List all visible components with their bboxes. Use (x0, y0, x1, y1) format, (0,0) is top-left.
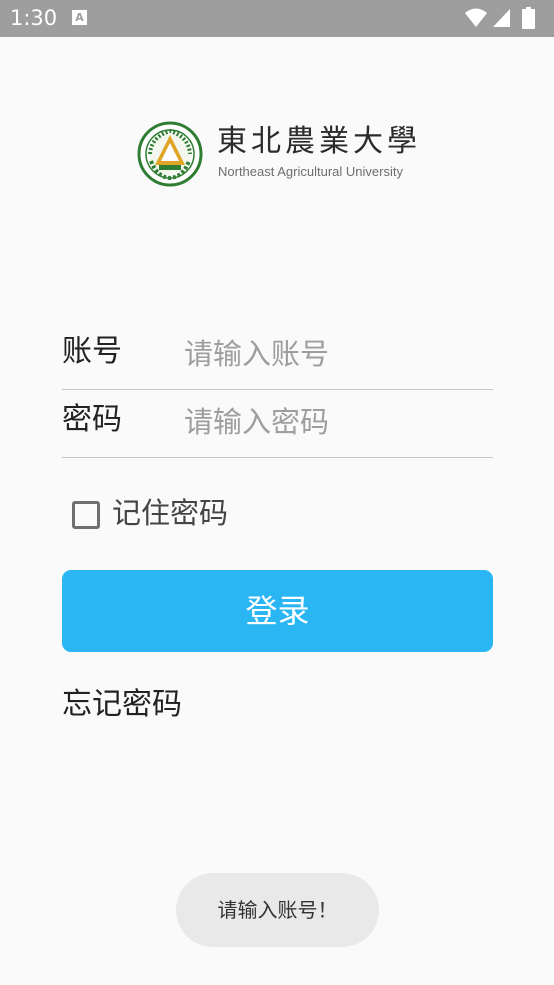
notification-a-icon: A (72, 10, 87, 25)
account-label: 账号 (62, 334, 122, 369)
password-input[interactable] (184, 396, 484, 448)
status-bar: 1:30 A (0, 0, 554, 37)
wifi-icon (465, 8, 487, 27)
university-emblem-icon (137, 121, 203, 187)
remember-checkbox[interactable] (72, 501, 100, 529)
toast-message: 请输入账号！ (176, 873, 379, 947)
password-label: 密码 (62, 402, 122, 437)
university-logo: 東北農業大學 Northeast Agricultural University (137, 121, 427, 187)
login-button[interactable]: 登录 (62, 570, 493, 652)
password-row: 密码 (62, 390, 493, 458)
account-input[interactable] (184, 328, 484, 380)
status-time: 1:30 (10, 6, 58, 30)
signal-icon (493, 9, 510, 27)
remember-label: 记住密码 (112, 496, 229, 530)
battery-icon (522, 7, 535, 29)
university-name-en: Northeast Agricultural University (218, 164, 403, 179)
account-row: 账号 (62, 322, 493, 390)
forgot-password-link[interactable]: 忘记密码 (62, 684, 182, 726)
status-icons (464, 7, 544, 29)
university-name-cn: 東北農業大學 (217, 124, 421, 159)
